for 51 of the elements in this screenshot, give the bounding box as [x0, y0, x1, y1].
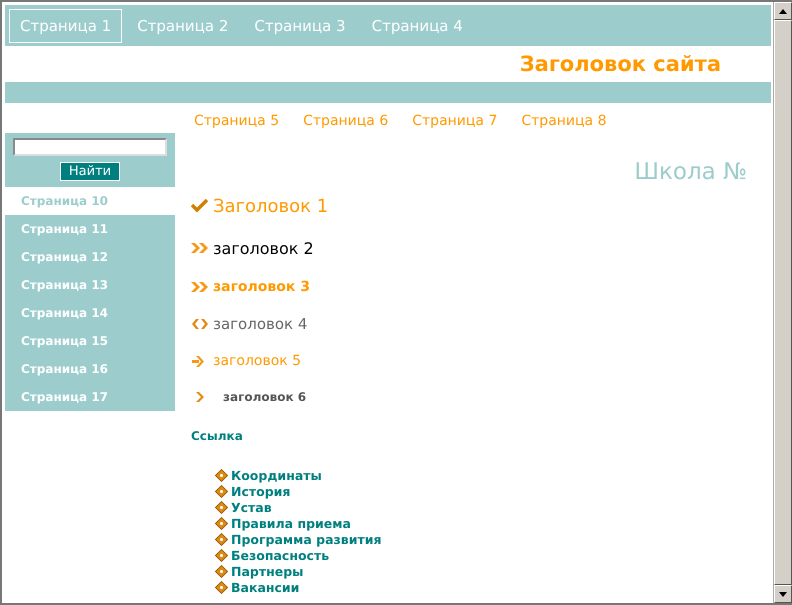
heading: заголовок 5 — [213, 353, 302, 369]
diamond-bullet-icon — [215, 484, 228, 498]
sidebar-item[interactable]: Страница 13 — [5, 271, 175, 299]
menu-link[interactable]: История — [231, 484, 290, 498]
school-title: Школа № — [634, 159, 747, 185]
diamond-bullet-icon — [215, 580, 228, 594]
diamond-bullet-icon — [215, 516, 228, 530]
nav-tab[interactable]: Страница 4 — [360, 8, 474, 42]
diamond-bullet-icon — [215, 548, 228, 562]
check-icon — [191, 198, 209, 214]
nav-tab[interactable]: Страница 3 — [243, 8, 357, 42]
heading: заголовок 2 — [213, 238, 314, 258]
nav-link[interactable]: Страница 5 — [194, 113, 280, 129]
site-title: Заголовок сайта — [520, 52, 721, 76]
menu-link[interactable]: Вакансии — [231, 580, 300, 594]
sidebar-item[interactable]: Страница 15 — [5, 327, 175, 355]
double-chevron-icon — [191, 240, 209, 256]
nav-link[interactable]: Страница 6 — [303, 113, 388, 129]
menu-link[interactable]: Устав — [231, 500, 272, 514]
menu-link[interactable]: Программа развития — [231, 532, 382, 546]
sidebar-item[interactable]: Страница 12 — [5, 243, 175, 271]
nav-link[interactable]: Страница 8 — [521, 113, 606, 129]
up-triangle-icon — [779, 8, 787, 14]
scroll-down-button[interactable] — [774, 585, 792, 603]
menu-link[interactable]: Безопасность — [231, 548, 330, 562]
diamond-bullet-icon — [215, 468, 228, 482]
sidebar-item[interactable]: Страница 14 — [5, 299, 175, 327]
diamond-bullet-icon — [215, 564, 228, 578]
heading: заголовок 6 — [223, 390, 306, 404]
angle-brackets-icon — [191, 316, 209, 332]
menu-link[interactable]: Правила приема — [231, 516, 351, 530]
heading: заголовок 4 — [213, 315, 308, 333]
nav-link[interactable]: Страница 7 — [412, 113, 498, 129]
search-field[interactable] — [13, 138, 167, 156]
heading: Заголовок 1 — [213, 196, 328, 216]
diamond-bullet-icon — [215, 500, 228, 514]
sidebar-item[interactable]: Страница 17 — [5, 383, 175, 411]
menu-link[interactable]: Координаты — [231, 468, 322, 482]
down-triangle-icon — [779, 592, 787, 596]
search-button[interactable]: Найти — [60, 162, 120, 181]
sidebar-item[interactable]: Страница 11 — [5, 215, 175, 243]
scroll-up-button[interactable] — [774, 2, 792, 20]
sidebar-item[interactable]: Страница 16 — [5, 355, 175, 383]
double-chevron-icon — [191, 279, 209, 295]
diamond-bullet-icon — [215, 532, 228, 546]
heading: заголовок 3 — [213, 279, 310, 295]
sidebar-item[interactable]: Страница 10 — [5, 187, 175, 215]
nav-tab[interactable]: Страница 2 — [126, 8, 240, 42]
link[interactable]: Ссылка — [191, 429, 771, 443]
menu-link[interactable]: Партнеры — [231, 564, 304, 578]
nav-tab[interactable]: Страница 1 — [9, 8, 122, 42]
